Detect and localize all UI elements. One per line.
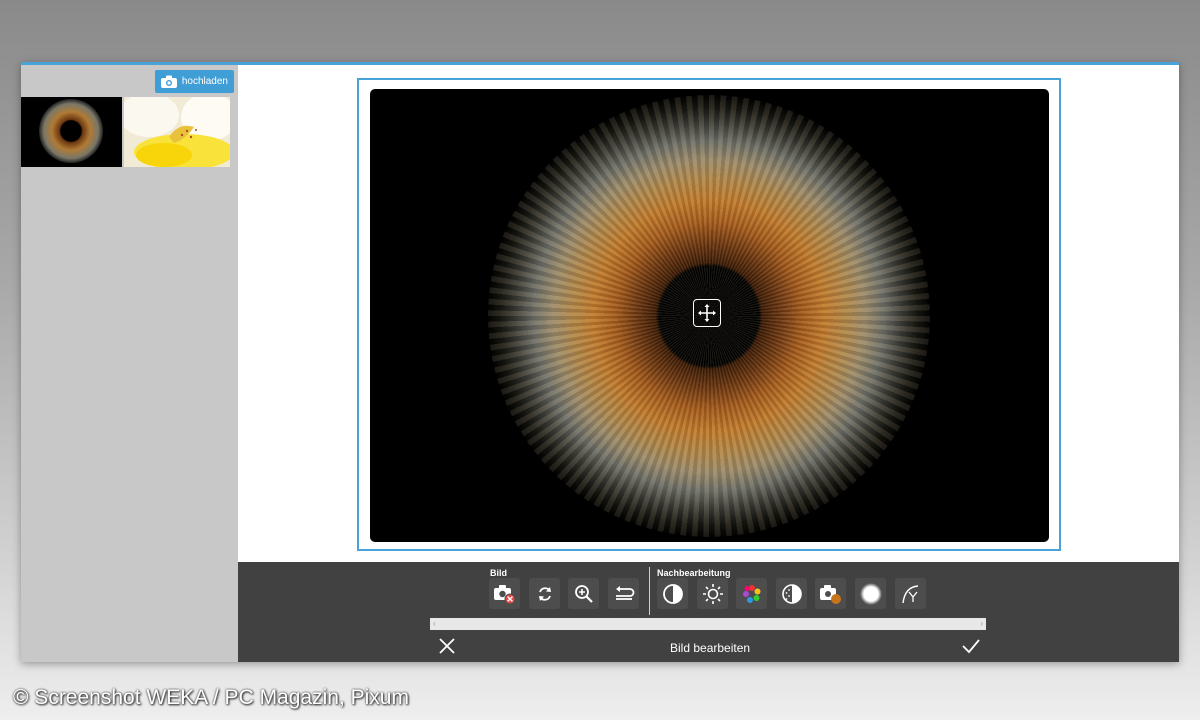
edited-image[interactable] bbox=[370, 89, 1049, 542]
editor-window: hochladen Bild Nachbearbeitung ‹ › Bild … bbox=[21, 62, 1179, 662]
iris-thumbnail[interactable] bbox=[21, 97, 122, 167]
toolbar-title: Bild bearbeiten bbox=[670, 641, 751, 655]
camera-delete-icon bbox=[493, 584, 515, 604]
canvas-area bbox=[238, 65, 1179, 562]
delete-image-button[interactable] bbox=[489, 578, 520, 609]
move-icon[interactable] bbox=[693, 299, 721, 327]
tool-scrollbar[interactable]: ‹ › bbox=[430, 618, 986, 630]
color-wheel-icon bbox=[742, 584, 760, 603]
brightness-icon bbox=[702, 583, 723, 604]
contrast-icon bbox=[662, 583, 683, 604]
undo-icon bbox=[615, 585, 634, 600]
contrast-button[interactable] bbox=[657, 578, 688, 609]
zoom-in-icon bbox=[574, 584, 593, 603]
sharpness-icon bbox=[781, 583, 802, 604]
effect-button[interactable] bbox=[815, 578, 846, 609]
upload-button[interactable]: hochladen bbox=[154, 70, 234, 93]
vignette-button[interactable] bbox=[855, 578, 886, 609]
checkmark-icon[interactable] bbox=[961, 637, 981, 655]
edit-toolbar: Bild Nachbearbeitung ‹ › Bild bearbeiten bbox=[238, 562, 1179, 662]
close-icon[interactable] bbox=[438, 637, 456, 655]
rotate-button[interactable] bbox=[529, 578, 560, 609]
group-label-nachbearbeitung: Nachbearbeitung bbox=[657, 568, 731, 578]
thumbnail-list bbox=[21, 97, 230, 167]
curve-icon bbox=[901, 584, 918, 603]
image-credit: © Screenshot WEKA / PC Magazin, Pixum bbox=[13, 686, 409, 709]
curve-button[interactable] bbox=[895, 578, 926, 609]
photo-effect-icon bbox=[819, 584, 841, 604]
scroll-left-arrow[interactable]: ‹ bbox=[433, 618, 436, 630]
sidebar: hochladen bbox=[21, 65, 238, 662]
undo-button[interactable] bbox=[608, 578, 639, 609]
toolbar-divider bbox=[649, 567, 650, 615]
crop-frame[interactable] bbox=[357, 78, 1061, 551]
upload-label: hochladen bbox=[181, 76, 228, 87]
color-button[interactable] bbox=[736, 578, 767, 609]
flower-thumbnail[interactable] bbox=[124, 97, 230, 167]
zoom-button[interactable] bbox=[568, 578, 599, 609]
sharpness-button[interactable] bbox=[776, 578, 807, 609]
camera-icon bbox=[160, 75, 177, 88]
vignette-icon bbox=[859, 582, 882, 605]
scroll-right-arrow[interactable]: › bbox=[980, 618, 983, 630]
group-label-bild: Bild bbox=[490, 568, 507, 578]
brightness-button[interactable] bbox=[697, 578, 728, 609]
rotate-icon bbox=[538, 586, 551, 601]
